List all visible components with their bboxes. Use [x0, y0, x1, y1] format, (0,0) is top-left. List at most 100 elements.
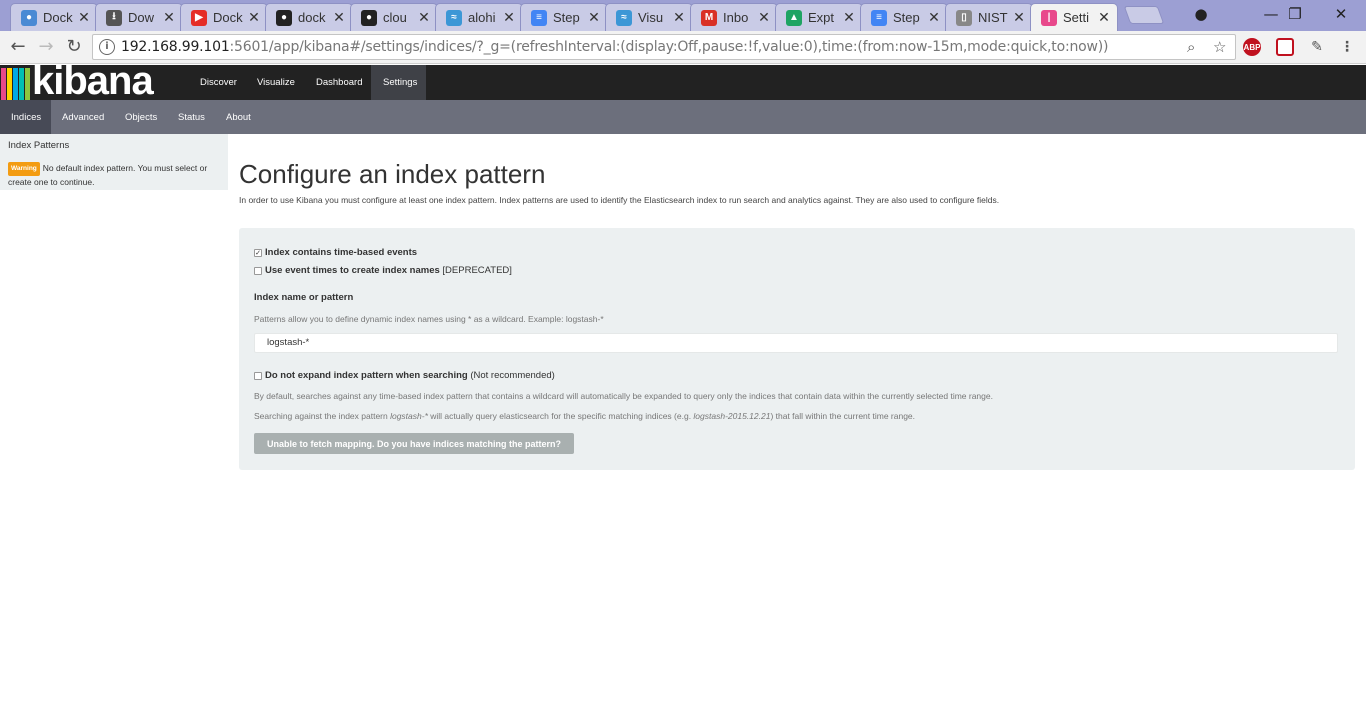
tab-title: Dock: [213, 10, 243, 25]
url-host: 192.168.99.101: [121, 39, 230, 55]
tab-close-icon[interactable]: ✕: [927, 10, 941, 26]
tab-close-icon[interactable]: ✕: [842, 10, 856, 26]
nav-dashboard[interactable]: Dashboard: [304, 65, 374, 100]
help2-example-index: logstash-2015.12.21: [693, 411, 771, 421]
kibana-logo[interactable]: kibana: [0, 65, 188, 100]
tab-close-icon[interactable]: ✕: [1097, 10, 1111, 26]
tab-favicon-icon: ▲: [786, 9, 802, 26]
index-name-input[interactable]: logstash-*: [254, 333, 1338, 353]
subnav-about[interactable]: About: [215, 100, 262, 134]
index-name-help: Patterns allow you to define dynamic ind…: [254, 314, 604, 324]
tab-title: clou: [383, 10, 407, 25]
subnav-objects[interactable]: Objects: [114, 100, 168, 134]
tab-favicon-icon: ≡: [871, 9, 887, 26]
browser-tab[interactable]: ⭳ Dow ✕: [95, 3, 183, 31]
tab-close-icon[interactable]: ✕: [672, 10, 686, 26]
tab-title: Inbo: [723, 10, 749, 25]
browser-tab[interactable]: ≈ Visu ✕: [605, 3, 693, 31]
time-based-option[interactable]: ✓ Index contains time-based events: [254, 247, 417, 258]
tab-title: Expt: [808, 10, 835, 25]
subnav-advanced[interactable]: Advanced: [51, 100, 115, 134]
address-bar[interactable]: i 192.168.99.101:5601/app/kibana#/settin…: [92, 34, 1236, 60]
warning-badge: Warning: [8, 162, 40, 176]
tab-title: NIST: [978, 10, 1008, 25]
nav-visualize[interactable]: Visualize: [245, 65, 307, 100]
eyedropper-icon[interactable]: ✎: [1308, 38, 1326, 56]
tab-close-icon[interactable]: ✕: [757, 10, 771, 26]
help2-part-c: will actually query elasticsearch for th…: [427, 411, 694, 421]
tab-close-icon[interactable]: ✕: [587, 10, 601, 26]
tab-favicon-icon: ●: [276, 9, 292, 26]
tab-title: alohi: [468, 10, 496, 25]
time-based-label: Index contains time-based events: [265, 247, 418, 258]
browser-tab[interactable]: M Inbo ✕: [690, 3, 778, 31]
zoom-icon[interactable]: ⌕: [1187, 38, 1195, 56]
tab-close-icon[interactable]: ✕: [77, 10, 91, 26]
create-index-button[interactable]: Unable to fetch mapping. Do you have ind…: [254, 433, 574, 454]
no-expand-option[interactable]: Do not expand index pattern when searchi…: [254, 370, 555, 381]
subnav-status[interactable]: Status: [167, 100, 216, 134]
forward-arrow-icon[interactable]: →: [34, 36, 58, 58]
browser-tab[interactable]: ● Dock ✕: [10, 3, 98, 31]
tab-favicon-icon: ≡: [531, 9, 547, 26]
browser-tab[interactable]: | Setti ✕: [1030, 3, 1118, 31]
browser-tab[interactable]: ≈ alohi ✕: [435, 3, 523, 31]
logo-color-bar: [7, 68, 12, 100]
kibana-logo-text: kibana: [32, 65, 154, 100]
tab-close-icon[interactable]: ✕: [1012, 10, 1026, 26]
tab-favicon-icon: ▯: [956, 9, 972, 26]
time-based-checkbox[interactable]: ✓: [254, 248, 262, 257]
browser-tab-strip: ● Dock ✕ ⭳ Dow ✕ ▶ Dock ✕ ● dock ✕ ● clou ✕ ≈ alohi ✕ ≡ Ste…: [0, 0, 1366, 31]
tab-favicon-icon: ▶: [191, 9, 207, 26]
event-times-option[interactable]: Use event times to create index names [D…: [254, 265, 512, 276]
browser-tab[interactable]: ▲ Expt ✕: [775, 3, 863, 31]
tab-title: dock: [298, 10, 326, 25]
new-tab-button[interactable]: [1123, 6, 1165, 24]
event-times-checkbox[interactable]: [254, 266, 262, 275]
close-window-icon[interactable]: ✕: [1318, 0, 1364, 28]
tab-close-icon[interactable]: ✕: [417, 10, 431, 26]
tab-title: Visu: [638, 10, 664, 25]
browser-tab[interactable]: ● clou ✕: [350, 3, 438, 31]
url-text[interactable]: 192.168.99.101:5601/app/kibana#/settings…: [121, 39, 1108, 55]
sidebar-title: Index Patterns: [8, 140, 70, 151]
pocket-icon[interactable]: [1276, 38, 1294, 56]
tab-close-icon[interactable]: ✕: [332, 10, 346, 26]
browser-tab[interactable]: ● dock ✕: [265, 3, 353, 31]
browser-tab[interactable]: ≡ Step ✕: [520, 3, 608, 31]
nav-discover[interactable]: Discover: [188, 65, 249, 100]
settings-subnav: Indices Advanced Objects Status About: [0, 100, 1366, 134]
adblock-icon[interactable]: ABP: [1243, 38, 1261, 56]
browser-tab[interactable]: ≡ Step ✕: [860, 3, 948, 31]
tab-title: Dock: [43, 10, 73, 25]
info-icon[interactable]: i: [99, 39, 115, 55]
help2-part-e: ) that fall within the current time rang…: [770, 411, 916, 421]
restore-icon[interactable]: ❐: [1272, 0, 1318, 28]
help2-part-a: Searching against the index pattern: [254, 411, 391, 421]
back-arrow-icon[interactable]: ←: [6, 36, 30, 58]
tab-favicon-icon: ●: [21, 9, 37, 26]
nav-settings[interactable]: Settings: [371, 65, 426, 100]
index-name-label: Index name or pattern: [254, 292, 354, 303]
reload-icon[interactable]: ↻: [62, 36, 86, 58]
not-recommended-label: (Not recommended): [470, 370, 555, 381]
tab-title: Dow: [128, 10, 155, 25]
no-expand-label: Do not expand index pattern when searchi…: [265, 370, 468, 381]
subnav-indices[interactable]: Indices: [0, 100, 51, 134]
bookmark-star-icon[interactable]: ☆: [1213, 38, 1226, 56]
index-patterns-sidebar: Index Patterns Warning No default index p…: [0, 134, 228, 190]
tab-title: Step: [553, 10, 580, 25]
event-times-label: Use event times to create index names: [265, 265, 440, 276]
no-expand-checkbox[interactable]: [254, 371, 262, 380]
tab-favicon-icon: |: [1041, 9, 1057, 26]
logo-color-bar: [1, 68, 6, 100]
expand-help-1: By default, searches against any time-ba…: [254, 391, 993, 401]
logo-color-bar: [19, 68, 24, 100]
tab-close-icon[interactable]: ✕: [247, 10, 261, 26]
browser-tab[interactable]: ▯ NIST ✕: [945, 3, 1033, 31]
menu-icon[interactable]: ⋮: [1338, 38, 1356, 56]
browser-tab[interactable]: ▶ Dock ✕: [180, 3, 268, 31]
profile-icon[interactable]: ●: [1178, 0, 1224, 28]
tab-close-icon[interactable]: ✕: [502, 10, 516, 26]
tab-close-icon[interactable]: ✕: [162, 10, 176, 26]
